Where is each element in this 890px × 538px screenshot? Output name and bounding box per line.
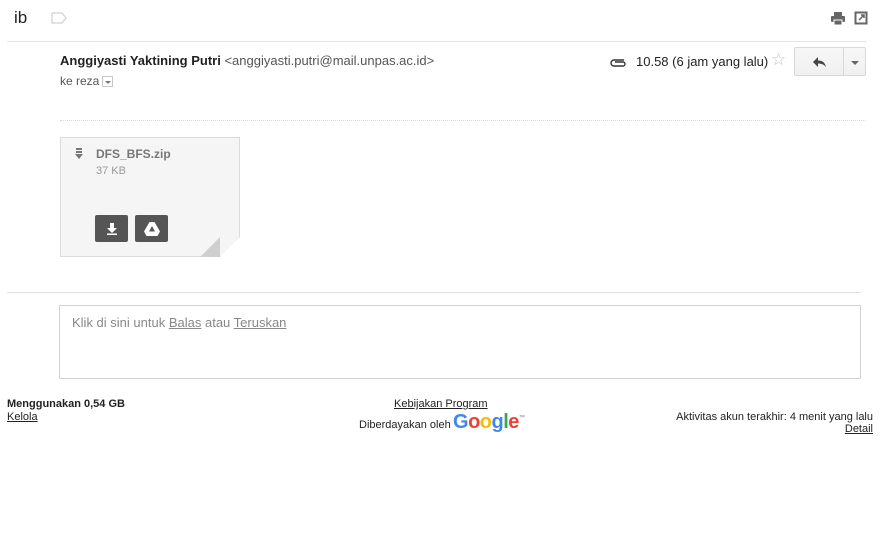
storage-usage: Menggunakan 0,54 GB bbox=[7, 398, 125, 410]
google-letter-g2: g bbox=[491, 411, 504, 433]
open-in-new-window-icon[interactable] bbox=[854, 11, 868, 25]
last-account-activity: Aktivitas akun terakhir: 4 menit yang la… bbox=[676, 411, 873, 423]
sender[interactable]: Anggiyasti Yaktining Putri <anggiyasti.p… bbox=[60, 53, 434, 68]
recipient-line: ke reza bbox=[60, 74, 114, 88]
reply-button[interactable] bbox=[794, 47, 844, 76]
recipient-details-dropdown[interactable] bbox=[102, 76, 114, 88]
google-trademark: ™ bbox=[518, 415, 525, 421]
google-letter-o1: o bbox=[468, 411, 480, 433]
subject-bar: ib bbox=[0, 0, 890, 42]
sender-name[interactable]: Anggiyasti Yaktining Putri bbox=[60, 53, 221, 68]
header-divider bbox=[7, 41, 867, 42]
label-icon[interactable] bbox=[51, 12, 67, 24]
activity-details-link[interactable]: Detail bbox=[845, 423, 873, 435]
google-letter-e: e bbox=[508, 411, 519, 433]
attachment-card[interactable]: DFS_BFS.zip 37 KB bbox=[60, 137, 240, 257]
attachment-divider bbox=[60, 120, 866, 121]
reply-prompt: Klik di sini untuk Balas atau Teruskan bbox=[72, 315, 286, 330]
more-actions-button[interactable] bbox=[843, 47, 866, 76]
paperclip-icon bbox=[610, 59, 626, 67]
reply-link[interactable]: Balas bbox=[169, 315, 202, 330]
message-timestamp: 10.58 (6 jam yang lalu) bbox=[636, 54, 769, 69]
google-drive-icon bbox=[143, 221, 160, 236]
quick-reply-box[interactable]: Klik di sini untuk Balas atau Teruskan bbox=[59, 305, 861, 379]
google-letter-g: G bbox=[453, 411, 469, 433]
reply-prompt-middle: atau bbox=[201, 315, 234, 330]
google-letter-o2: o bbox=[479, 411, 492, 433]
google-logo: Google™ bbox=[453, 411, 525, 434]
reply-icon bbox=[813, 57, 826, 67]
download-icon bbox=[106, 222, 117, 235]
zip-file-icon bbox=[75, 148, 83, 159]
page-curl bbox=[200, 235, 240, 257]
recipient-text: ke reza bbox=[60, 74, 100, 88]
sender-email: <anggiyasti.putri@mail.unpas.ac.id> bbox=[224, 53, 435, 68]
attachment-file-name[interactable]: DFS_BFS.zip bbox=[96, 147, 171, 161]
email-subject: ib bbox=[14, 8, 28, 27]
forward-link[interactable]: Teruskan bbox=[234, 315, 287, 330]
reply-prompt-prefix: Klik di sini untuk bbox=[72, 315, 169, 330]
star-icon[interactable]: ☆ bbox=[771, 51, 786, 68]
attachment-file-size: 37 KB bbox=[96, 165, 126, 177]
save-to-drive-button[interactable] bbox=[135, 215, 168, 242]
download-button[interactable] bbox=[95, 215, 128, 242]
print-icon[interactable] bbox=[830, 11, 846, 27]
manage-storage-link[interactable]: Kelola bbox=[7, 411, 38, 423]
message-divider bbox=[7, 292, 861, 293]
program-policy-link[interactable]: Kebijakan Program bbox=[394, 398, 488, 410]
powered-by-label: Diberdayakan oleh bbox=[359, 419, 451, 431]
